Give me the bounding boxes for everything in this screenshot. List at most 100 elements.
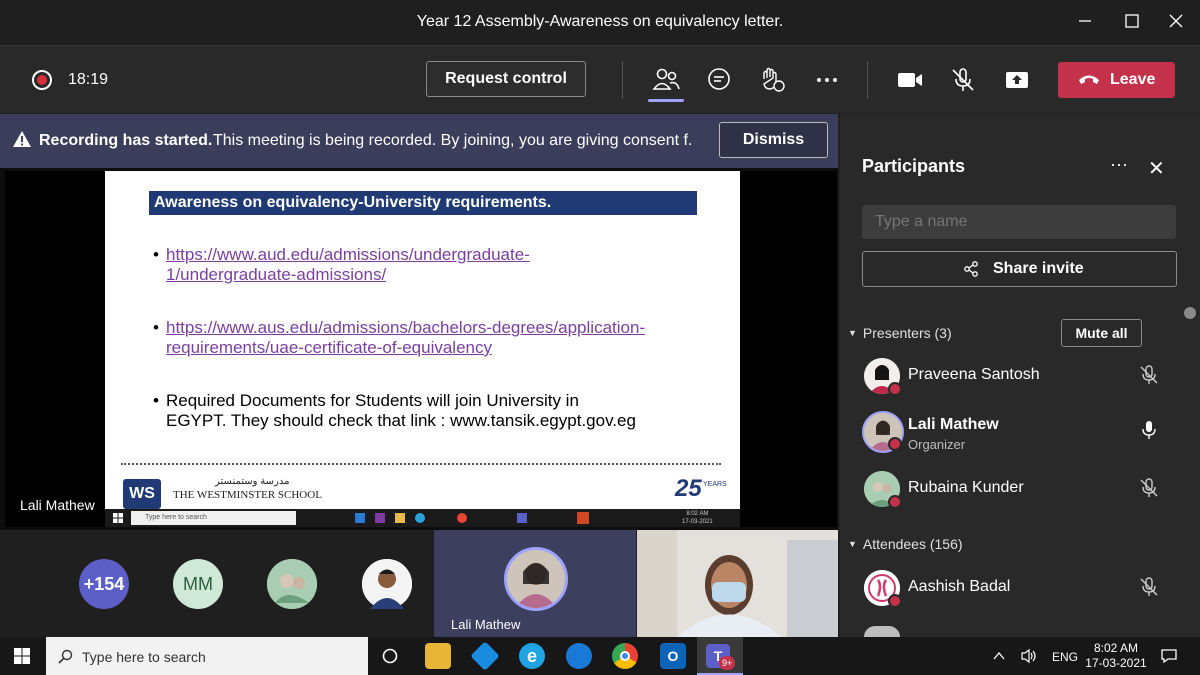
participant-row[interactable]: Aashish Badal xyxy=(862,568,1192,612)
mute-all-button[interactable]: Mute all xyxy=(1061,319,1142,347)
teams-taskbar-button[interactable]: T 9+ xyxy=(697,637,743,675)
slide-link[interactable]: https://www.aud.edu/admissions/undergrad… xyxy=(166,245,706,265)
edge-icon[interactable] xyxy=(566,643,592,669)
overflow-participants-avatar[interactable]: +154 xyxy=(79,559,129,609)
leave-button[interactable]: Leave xyxy=(1058,62,1175,98)
avatar[interactable] xyxy=(267,559,317,609)
slide-heading: Awareness on equivalency-University requ… xyxy=(149,191,697,215)
participant-row[interactable]: Praveena Santosh xyxy=(862,356,1192,400)
profile-photo-icon xyxy=(267,559,317,609)
mic-muted-icon xyxy=(1140,478,1158,497)
chat-icon xyxy=(708,68,730,90)
share-icon xyxy=(964,261,978,277)
recording-message: This meeting is being recorded. By joini… xyxy=(213,132,693,149)
task-view-icon[interactable] xyxy=(381,647,399,665)
status-badge xyxy=(888,382,902,396)
participant-row[interactable]: Rubaina Kunder xyxy=(862,469,1192,513)
panel-close-button[interactable]: ✕ xyxy=(1148,156,1165,181)
chat-button[interactable] xyxy=(704,65,734,95)
language-indicator[interactable]: ENG xyxy=(1052,650,1078,664)
panel-scrollbar[interactable] xyxy=(1184,307,1196,319)
request-control-button[interactable]: Request control xyxy=(426,61,586,97)
edge-icon xyxy=(415,513,425,523)
participant-name: Rubaina Kunder xyxy=(908,479,1024,496)
taskbar-search-box[interactable]: Type here to search xyxy=(46,637,368,675)
slide-link[interactable]: requirements/uae-certificate-of-equivale… xyxy=(166,338,706,358)
windows-start-icon[interactable] xyxy=(14,648,30,664)
reactions-button[interactable] xyxy=(758,65,788,95)
recording-title: Recording has started. xyxy=(39,132,213,149)
avatar xyxy=(864,626,900,637)
powerpoint-icon xyxy=(577,512,589,524)
school-name-arabic: مدرسة وستمنستر xyxy=(215,476,290,487)
notifications-icon[interactable] xyxy=(1160,648,1178,664)
raise-hand-icon xyxy=(763,67,785,92)
taskbar-clock[interactable]: 8:02 AM 17-03-2021 xyxy=(1085,641,1147,671)
file-explorer-icon[interactable] xyxy=(425,643,451,669)
volume-icon[interactable] xyxy=(1020,648,1038,664)
mic-button[interactable] xyxy=(948,65,978,95)
video-tile-active-speaker[interactable]: Lali Mathew xyxy=(434,530,636,637)
share-content-button[interactable] xyxy=(1002,65,1032,95)
shared-taskbar-search: Type here to search xyxy=(131,511,296,525)
profile-photo-icon xyxy=(362,559,412,609)
search-icon xyxy=(58,649,73,664)
slide-divider xyxy=(121,463,721,465)
participants-panel: Participants ··· ✕ Share invite ▼ Present… xyxy=(840,114,1200,637)
participant-row[interactable]: Lali Mathew Organizer xyxy=(862,411,1192,455)
meeting-stage: Awareness on equivalency-University requ… xyxy=(0,168,838,530)
share-invite-label: Share invite xyxy=(993,260,1084,277)
chrome-icon[interactable] xyxy=(612,643,638,669)
toolbar-divider xyxy=(622,61,623,99)
attendees-label: Attendees (156) xyxy=(862,536,963,552)
search-input[interactable] xyxy=(862,205,1176,239)
presenters-label: Presenters (3) xyxy=(862,325,952,341)
share-screen-icon xyxy=(1006,72,1028,88)
internet-explorer-icon[interactable]: e xyxy=(519,643,545,669)
shared-screen: Awareness on equivalency-University requ… xyxy=(5,171,837,527)
participant-video-feed xyxy=(637,530,838,637)
presenters-section-toggle[interactable]: ▼ Presenters (3) xyxy=(848,325,952,341)
maximize-button[interactable] xyxy=(1117,8,1147,36)
video-tile[interactable] xyxy=(637,530,838,637)
participant-name: Aashish Badal xyxy=(908,578,1011,595)
window-title-bar: Year 12 Assembly-Awareness on equivalenc… xyxy=(0,0,1200,45)
close-window-button[interactable] xyxy=(1161,8,1191,36)
recording-banner: Recording has started. This meeting is b… xyxy=(0,114,838,168)
caret-down-icon: ▼ xyxy=(848,539,857,549)
attendees-section-toggle[interactable]: ▼ Attendees (156) xyxy=(848,536,963,552)
dismiss-button[interactable]: Dismiss xyxy=(719,122,828,158)
avatar[interactable] xyxy=(362,559,412,609)
slide-link[interactable]: 1/undergraduate-admissions/ xyxy=(166,265,706,285)
slide-link[interactable]: https://www.aus.edu/admissions/bachelors… xyxy=(166,318,706,338)
folder-icon xyxy=(395,513,405,523)
participant-role: Organizer xyxy=(908,437,966,452)
recording-indicator-icon xyxy=(32,70,52,90)
participants-button[interactable] xyxy=(651,65,681,95)
more-actions-button[interactable] xyxy=(812,65,842,95)
clock-date: 17-03-2021 xyxy=(1085,656,1147,670)
camera-button[interactable] xyxy=(895,65,925,95)
participant-name: Praveena Santosh xyxy=(908,366,1040,383)
windows-logo-icon xyxy=(113,513,123,523)
leave-label: Leave xyxy=(1110,71,1156,88)
meeting-toolbar: 18:19 Request control Leave xyxy=(0,45,1200,113)
shared-taskbar-clock: 8:02 AM 17-03-2021 xyxy=(682,511,713,525)
window-title: Year 12 Assembly-Awareness on equivalenc… xyxy=(416,13,784,30)
mic-muted-icon xyxy=(1140,365,1158,384)
outlook-icon[interactable]: O xyxy=(660,643,686,669)
presentation-slide: Awareness on equivalency-University requ… xyxy=(105,171,740,509)
anniversary-logo: 25 xyxy=(675,475,702,502)
share-invite-button[interactable]: Share invite xyxy=(862,251,1177,287)
chevron-up-icon[interactable] xyxy=(993,651,1005,661)
participant-name: Lali Mathew xyxy=(908,416,999,433)
minimize-button[interactable] xyxy=(1070,8,1100,36)
video-gallery: +154 MM Lali Mathew xyxy=(0,530,838,637)
status-badge xyxy=(888,495,902,509)
toolbar-divider xyxy=(867,61,868,99)
minimize-icon xyxy=(1079,20,1091,22)
avatar[interactable]: MM xyxy=(173,559,223,609)
panel-more-button[interactable]: ··· xyxy=(1110,154,1128,175)
dev-app-icon[interactable] xyxy=(470,641,500,671)
clock-time: 8:02 AM xyxy=(1093,641,1139,655)
